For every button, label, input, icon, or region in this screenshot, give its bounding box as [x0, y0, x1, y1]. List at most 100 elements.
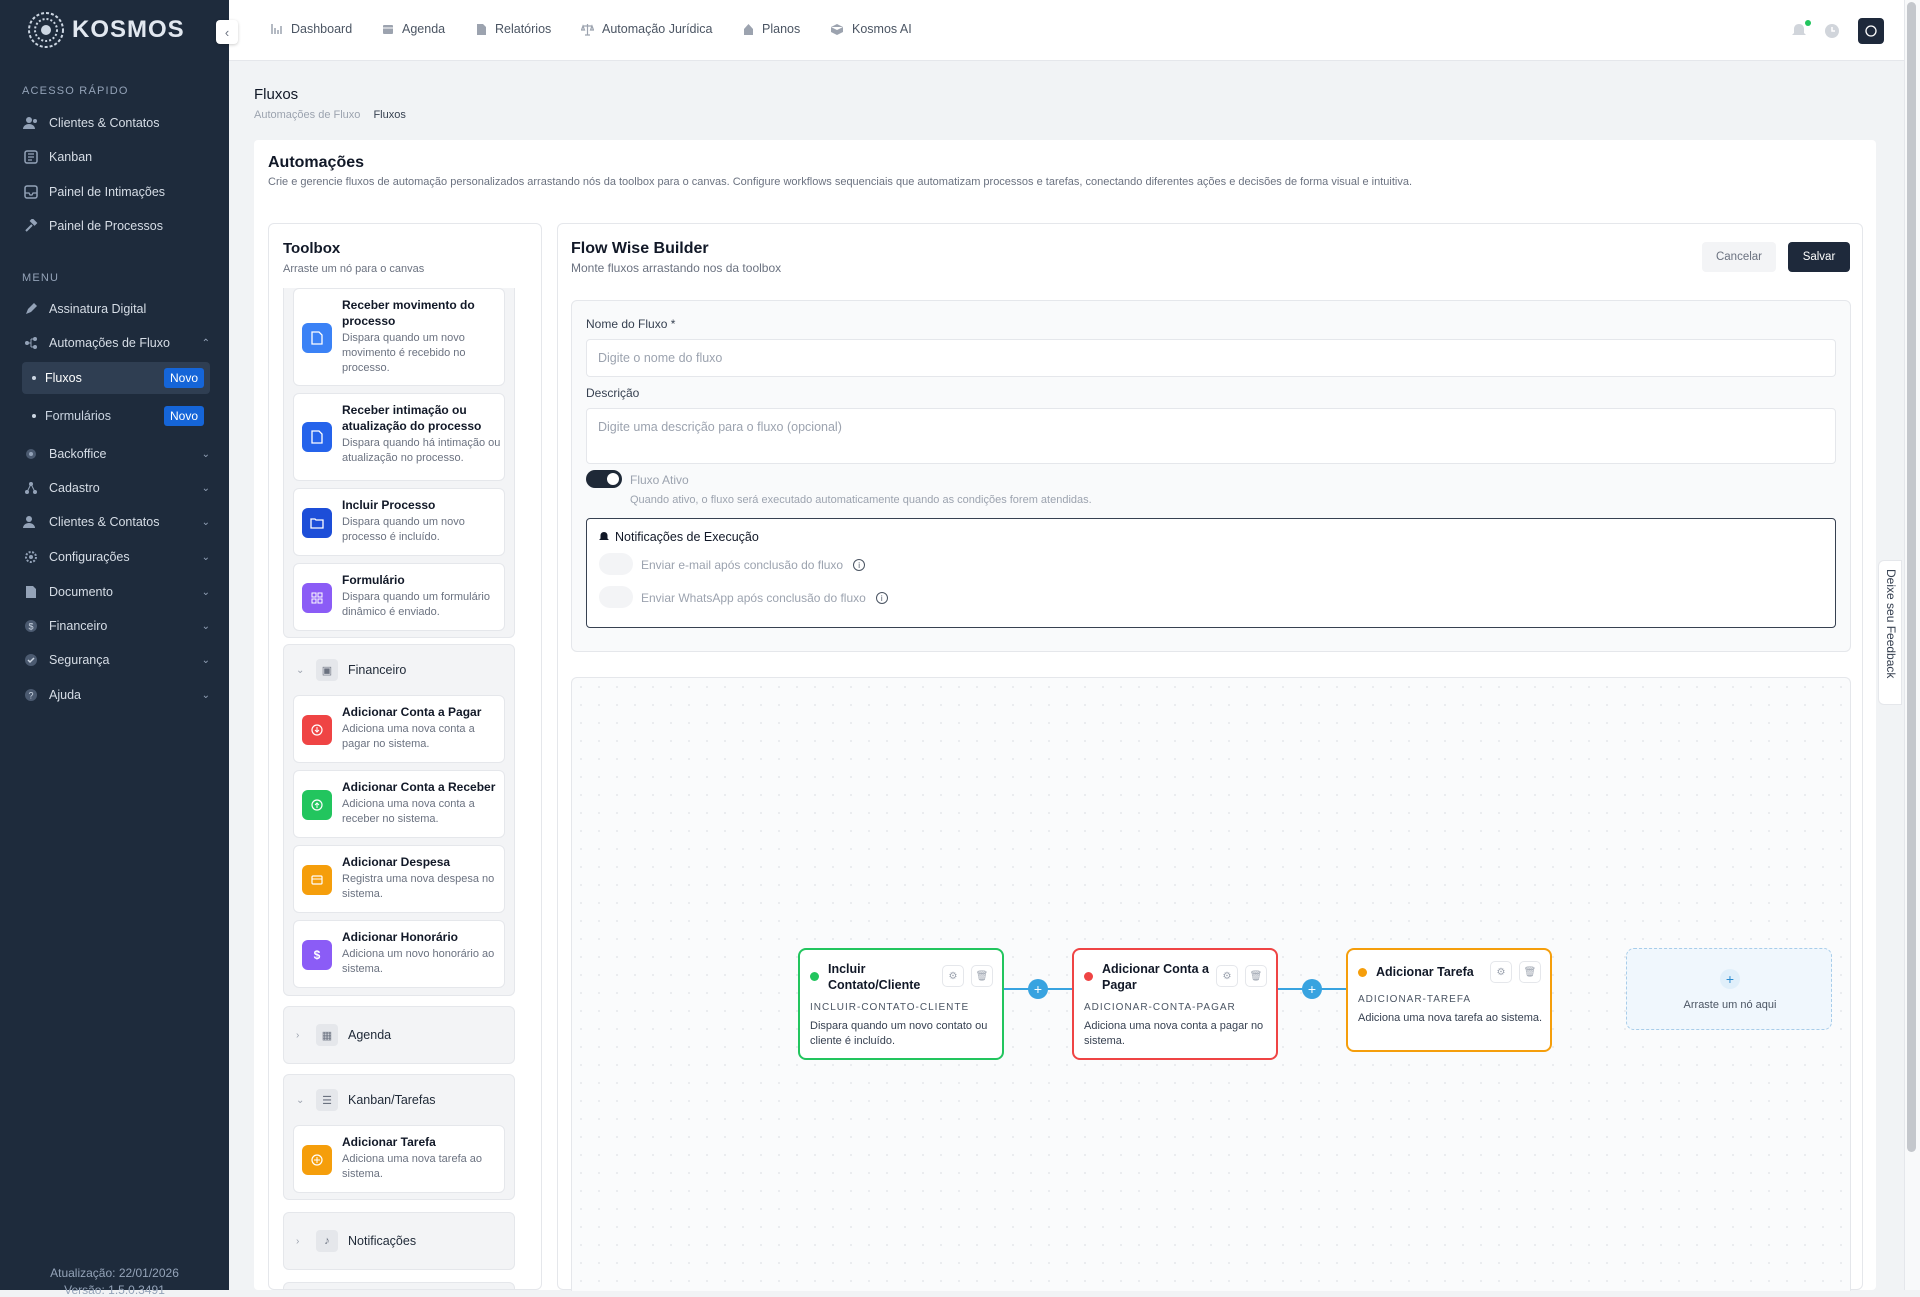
sidebar-item-seguranca[interactable]: Segurança ⌄ [22, 645, 210, 675]
menu-heading: MENU [22, 272, 60, 284]
nav-planos[interactable]: Planos [743, 22, 800, 36]
list-icon: ☰ [316, 1089, 338, 1111]
sidebar-item-painel-processos[interactable]: Painel de Processos [22, 211, 210, 241]
flow-node-incluir-contato[interactable]: Incluir Contato/Cliente ⚙ 🗑 INCLUIR-CONT… [798, 948, 1004, 1060]
toolbox-node-desc: Dispara quando um novo processo é incluí… [342, 516, 465, 543]
group-header-agenda[interactable]: › ▦ Agenda [296, 1024, 391, 1046]
group-header-notificacoes[interactable]: › ♪ Notificações [296, 1230, 416, 1252]
group-title: Agenda [348, 1028, 392, 1042]
sidebar-item-kanban[interactable]: Kanban [22, 142, 210, 172]
node-delete-icon[interactable]: 🗑 [1519, 961, 1541, 983]
info-icon[interactable]: i [875, 592, 888, 604]
toolbox-node-tarefa[interactable]: Adicionar Tarefa Adiciona uma nova taref… [293, 1125, 505, 1193]
toolbox-node-desc: Adiciona um novo honorário ao sistema. [342, 948, 495, 975]
toolbox-node-title: Formulário [342, 573, 405, 587]
chevron-down-icon: ⌄ [201, 586, 210, 598]
sidebar-subitem-formularios[interactable]: Formulários Novo [22, 400, 210, 432]
group-header-kanban[interactable]: ⌄ ☰ Kanban/Tarefas [296, 1089, 436, 1111]
toolbox-node-conta-pagar[interactable]: Adicionar Conta a Pagar Adiciona uma nov… [293, 695, 505, 763]
sidebar-item-backoffice[interactable]: Backoffice ⌄ [22, 439, 210, 469]
node-delete-icon[interactable]: 🗑 [1245, 965, 1267, 987]
flow-name-input[interactable]: Digite o nome do fluxo [586, 339, 1836, 377]
nav-dashboard[interactable]: Dashboard [271, 22, 352, 36]
toolbox-group-notificacoes[interactable]: › ♪ Notificações [283, 1212, 515, 1270]
sidebar-item-automacoes-fluxo[interactable]: Automações de Fluxo ⌃ [22, 328, 210, 358]
flow-node-tarefa[interactable]: Adicionar Tarefa ⚙ 🗑 ADICIONAR-TAREFA Ad… [1346, 948, 1552, 1052]
flow-node-slug: INCLUIR-CONTATO-CLIENTE [810, 1002, 970, 1013]
flow-node-title: Adicionar Tarefa [1376, 965, 1474, 979]
version-number: Versão: 1.5.0.3491 [64, 1283, 165, 1297]
toolbox-group-agenda[interactable]: › ▦ Agenda [283, 1006, 515, 1064]
toolbox-node-title: Receber movimento do processo [342, 298, 475, 328]
flow-description-textarea[interactable]: Digite uma descrição para o fluxo (opcio… [586, 408, 1836, 464]
cancel-button[interactable]: Cancelar [1702, 242, 1776, 272]
group-header-financeiro[interactable]: ⌄ ▣ Financeiro [296, 659, 406, 681]
users-icon [22, 513, 40, 531]
drop-zone[interactable]: + Arraste um nó aqui [1626, 948, 1832, 1030]
flow-active-toggle[interactable] [586, 470, 622, 488]
flow-builder-panel: Flow Wise Builder Monte fluxos arrastand… [557, 223, 1863, 1291]
sidebar-item-cadastro[interactable]: Cadastro ⌄ [22, 473, 210, 503]
tag-icon [743, 23, 754, 36]
node-settings-icon[interactable]: ⚙ [1216, 965, 1238, 987]
toolbox-node-receber-intimacao[interactable]: Receber intimação ou atualização do proc… [293, 393, 505, 481]
nav-automacao-juridica[interactable]: Automação Jurídica [581, 22, 712, 36]
logo[interactable]: KOSMOS [26, 8, 185, 52]
sidebar-item-assinatura-digital[interactable]: Assinatura Digital [22, 294, 210, 324]
svg-text:$: $ [28, 622, 33, 632]
gavel-icon [22, 217, 40, 235]
notifications-button[interactable] [1792, 20, 1811, 39]
sidebar-item-painel-intimacoes[interactable]: Painel de Intimações [22, 177, 210, 207]
toolbox-node-receber-movimento[interactable]: Receber movimento do processo Dispara qu… [293, 288, 505, 386]
toolbox-node-conta-receber[interactable]: Adicionar Conta a Receber Adiciona uma n… [293, 770, 505, 838]
node-settings-icon[interactable]: ⚙ [942, 965, 964, 987]
history-icon[interactable] [1824, 23, 1840, 39]
toolbox-node-despesa[interactable]: Adicionar Despesa Registra uma nova desp… [293, 845, 505, 913]
sidebar-collapse-button[interactable]: ‹ [216, 20, 238, 44]
toolbox-node-incluir-processo[interactable]: Incluir Processo Dispara quando um novo … [293, 488, 505, 556]
drop-zone-label: Arraste um nó aqui [1683, 999, 1777, 1011]
node-settings-icon[interactable]: ⚙ [1490, 961, 1512, 983]
toolbox-node-desc: Dispara quando um novo movimento é receb… [342, 332, 466, 374]
user-avatar[interactable] [1858, 18, 1884, 44]
sidebar-item-configuracoes[interactable]: Configurações ⌄ [22, 542, 210, 572]
add-between-button[interactable]: + [1028, 979, 1048, 999]
nav-agenda[interactable]: Agenda [382, 22, 445, 36]
page-title: Fluxos [254, 86, 299, 103]
sidebar-subitem-fluxos[interactable]: Fluxos Novo [22, 362, 210, 394]
nav-relatorios[interactable]: Relatórios [476, 22, 551, 36]
page-scrollbar-thumb[interactable] [1907, 2, 1916, 1152]
breadcrumb-parent[interactable]: Automações de Fluxo [254, 109, 360, 121]
kanban-icon [22, 148, 40, 166]
toolbox-node-title: Incluir Processo [342, 498, 436, 512]
sidebar-item-clientes-contatos[interactable]: Clientes & Contatos ⌄ [22, 507, 210, 537]
whatsapp-notification-toggle[interactable] [599, 586, 633, 608]
flow-canvas[interactable]: Incluir Contato/Cliente ⚙ 🗑 INCLUIR-CONT… [571, 677, 1851, 1291]
node-delete-icon[interactable]: 🗑 [971, 965, 993, 987]
flow-node-slug: ADICIONAR-CONTA-PAGAR [1084, 1002, 1236, 1013]
nav-label: Dashboard [291, 22, 353, 36]
group-title: Notificações [348, 1234, 417, 1248]
feedback-tab[interactable]: Deixe seu Feedback [1878, 560, 1902, 705]
nav-kosmos-ai[interactable]: Kosmos AI [830, 22, 912, 36]
email-notification-toggle[interactable] [599, 553, 633, 575]
cube-icon [830, 23, 844, 36]
kosmos-logo-icon [28, 12, 64, 48]
toolbox-list[interactable]: Receber movimento do processo Dispara qu… [283, 288, 521, 1289]
dollar-icon: $ [302, 940, 332, 970]
sidebar-item-ajuda[interactable]: ? Ajuda ⌄ [22, 680, 210, 710]
folder-plus-icon [302, 508, 332, 538]
toolbox-node-honorario[interactable]: $ Adicionar Honorário Adiciona um novo h… [293, 920, 505, 988]
flow-icon [22, 334, 40, 352]
flow-node-conta-pagar[interactable]: Adicionar Conta a Pagar ⚙ 🗑 ADICIONAR-CO… [1072, 948, 1278, 1060]
toolbox-node-title: Adicionar Honorário [342, 930, 459, 944]
sidebar-item-documento[interactable]: Documento ⌄ [22, 577, 210, 607]
add-between-button[interactable]: + [1302, 979, 1322, 999]
info-icon[interactable]: i [853, 559, 866, 571]
builder-title: Flow Wise Builder [571, 240, 709, 257]
sidebar-item-clientes-contatos-quick[interactable]: Clientes & Contatos [22, 108, 210, 138]
sidebar-item-financeiro[interactable]: $ Financeiro ⌄ [22, 611, 210, 641]
toolbox-node-title: Adicionar Conta a Pagar [342, 705, 482, 719]
toolbox-node-formulario[interactable]: Formulário Dispara quando um formulário … [293, 563, 505, 631]
save-button[interactable]: Salvar [1788, 242, 1850, 272]
